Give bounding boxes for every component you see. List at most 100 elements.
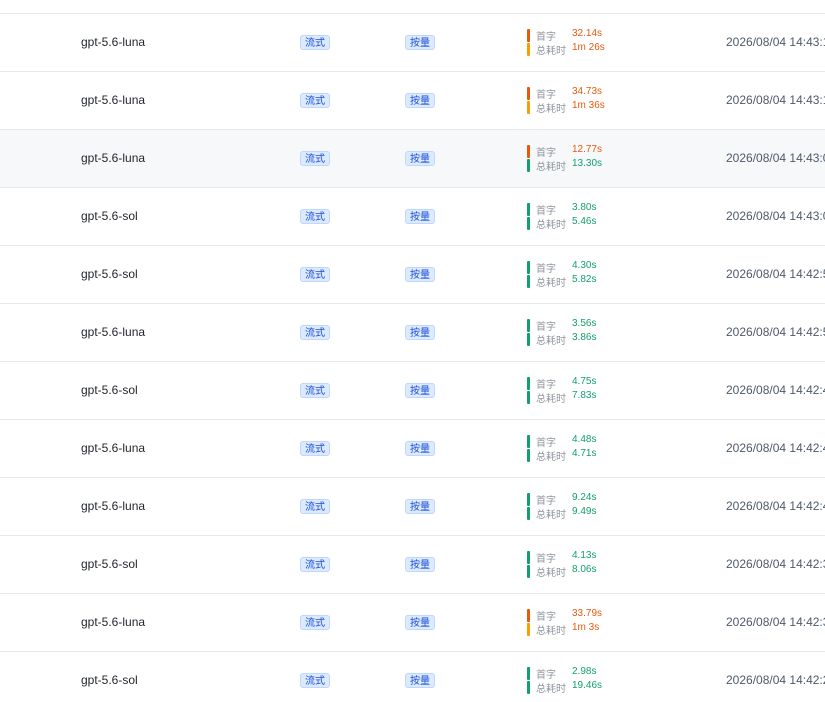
first-token-bar (527, 609, 530, 622)
first-token-label: 首字 (536, 612, 556, 623)
total-time-value: 19.46s (572, 680, 603, 691)
total-time-bar (527, 623, 530, 636)
total-time-label: 总耗时 (536, 220, 566, 231)
first-token-value: 12.77s (572, 144, 603, 155)
total-time-bar (527, 43, 530, 56)
total-time-label: 总耗时 (536, 394, 566, 405)
table-row[interactable]: gpt-5.6-luna 流式 按量 首字 总耗时 9.24s 9.49s 20… (0, 478, 825, 536)
first-token-label: 首字 (536, 90, 556, 101)
billing-tag: 按量 (405, 557, 435, 572)
model-name: gpt-5.6-luna (81, 325, 146, 339)
total-time-value: 1m 36s (572, 100, 605, 111)
stream-tag: 流式 (300, 267, 330, 282)
table-row[interactable]: gpt-5.6-sol 流式 按量 首字 总耗时 4.30s 5.82s 202… (0, 246, 825, 304)
timing-cell: 首字 总耗时 4.48s 4.71s (527, 434, 647, 464)
first-token-bar (527, 261, 530, 274)
timestamp: 2026/08/04 14:43:1 (726, 35, 825, 49)
timing-cell: 首字 总耗时 3.80s 5.46s (527, 202, 647, 232)
first-token-value: 4.30s (572, 260, 597, 271)
table-row[interactable]: gpt-5.6-sol 流式 按量 首字 总耗时 2.98s 19.46s 20… (0, 652, 825, 702)
timing-cell: 首字 总耗时 4.13s 8.06s (527, 550, 647, 580)
stream-tag: 流式 (300, 209, 330, 224)
total-time-bar (527, 275, 530, 288)
timing-cell: 首字 总耗时 2.98s 19.46s (527, 666, 647, 696)
log-table: gpt-5.6-luna 流式 按量 首字 总耗时 32.14s 1m 26s … (0, 0, 825, 702)
total-time-bar (527, 449, 530, 462)
model-name: gpt-5.6-luna (81, 93, 146, 107)
first-token-label: 首字 (536, 148, 556, 159)
first-token-value: 34.73s (572, 86, 603, 97)
first-token-label: 首字 (536, 380, 556, 391)
stream-tag: 流式 (300, 557, 330, 572)
total-time-label: 总耗时 (536, 452, 566, 463)
billing-tag: 按量 (405, 615, 435, 630)
timestamp: 2026/08/04 14:42:4 (726, 499, 825, 513)
timing-cell: 首字 总耗时 4.75s 7.83s (527, 376, 647, 406)
total-time-value: 8.06s (572, 564, 597, 575)
model-name: gpt-5.6-luna (81, 499, 146, 513)
table-row[interactable]: gpt-5.6-luna 流式 按量 首字 总耗时 34.73s 1m 36s … (0, 72, 825, 130)
first-token-value: 33.79s (572, 608, 603, 619)
stream-tag: 流式 (300, 35, 330, 50)
total-time-label: 总耗时 (536, 336, 566, 347)
total-time-value: 1m 26s (572, 42, 605, 53)
table-row[interactable]: gpt-5.6-luna 流式 按量 首字 总耗时 33.79s 1m 3s 2… (0, 594, 825, 652)
billing-tag: 按量 (405, 209, 435, 224)
total-time-value: 7.83s (572, 390, 597, 401)
total-time-bar (527, 333, 530, 346)
total-time-bar (527, 101, 530, 114)
first-token-value: 9.24s (572, 492, 597, 503)
billing-tag: 按量 (405, 93, 435, 108)
first-token-value: 4.13s (572, 550, 597, 561)
table-row[interactable]: gpt-5.6-sol 流式 按量 首字 总耗时 4.13s 8.06s 202… (0, 536, 825, 594)
table-row[interactable]: gpt-5.6-luna 流式 按量 首字 总耗时 32.14s 1m 26s … (0, 14, 825, 72)
total-time-value: 9.49s (572, 506, 597, 517)
model-name: gpt-5.6-luna (81, 151, 146, 165)
first-token-value: 2.98s (572, 666, 597, 677)
first-token-label: 首字 (536, 32, 556, 43)
timing-cell: 首字 总耗时 4.30s 5.82s (527, 260, 647, 290)
first-token-label: 首字 (536, 496, 556, 507)
table-row[interactable]: gpt-5.6-luna 流式 按量 首字 总耗时 12.77s 13.30s … (0, 130, 825, 188)
model-name: gpt-5.6-sol (81, 209, 138, 223)
stream-tag: 流式 (300, 383, 330, 398)
total-time-value: 5.46s (572, 216, 597, 227)
first-token-label: 首字 (536, 670, 556, 681)
total-time-label: 总耗时 (536, 626, 566, 637)
first-token-value: 3.56s (572, 318, 597, 329)
total-time-value: 5.82s (572, 274, 597, 285)
table-row[interactable]: gpt-5.6-luna 流式 按量 首字 总耗时 3.56s 3.86s 20… (0, 304, 825, 362)
stream-tag: 流式 (300, 325, 330, 340)
model-name: gpt-5.6-sol (81, 557, 138, 571)
timestamp: 2026/08/04 14:43:0 (726, 209, 825, 223)
model-name: gpt-5.6-sol (81, 673, 138, 687)
timestamp: 2026/08/04 14:43:0 (726, 151, 825, 165)
first-token-bar (527, 29, 530, 42)
table-row[interactable]: gpt-5.6-luna 流式 按量 首字 总耗时 4.48s 4.71s 20… (0, 420, 825, 478)
total-time-label: 总耗时 (536, 104, 566, 115)
timing-cell: 首字 总耗时 9.24s 9.49s (527, 492, 647, 522)
first-token-bar (527, 667, 530, 680)
first-token-bar (527, 377, 530, 390)
total-time-label: 总耗时 (536, 46, 566, 57)
total-time-label: 总耗时 (536, 278, 566, 289)
total-time-bar (527, 159, 530, 172)
total-time-label: 总耗时 (536, 510, 566, 521)
table-row[interactable]: gpt-5.6-sol 流式 按量 首字 总耗时 4.75s 7.83s 202… (0, 362, 825, 420)
total-time-label: 总耗时 (536, 684, 566, 695)
stream-tag: 流式 (300, 615, 330, 630)
timing-cell: 首字 总耗时 12.77s 13.30s (527, 144, 647, 174)
timing-cell: 首字 总耗时 3.56s 3.86s (527, 318, 647, 348)
first-token-bar (527, 319, 530, 332)
timestamp: 2026/08/04 14:42:4 (726, 383, 825, 397)
first-token-label: 首字 (536, 554, 556, 565)
stream-tag: 流式 (300, 151, 330, 166)
total-time-bar (527, 681, 530, 694)
table-row[interactable]: gpt-5.6-sol 流式 按量 首字 总耗时 3.80s 5.46s 202… (0, 188, 825, 246)
total-time-bar (527, 217, 530, 230)
total-time-bar (527, 391, 530, 404)
stream-tag: 流式 (300, 673, 330, 688)
billing-tag: 按量 (405, 35, 435, 50)
first-token-label: 首字 (536, 264, 556, 275)
billing-tag: 按量 (405, 673, 435, 688)
